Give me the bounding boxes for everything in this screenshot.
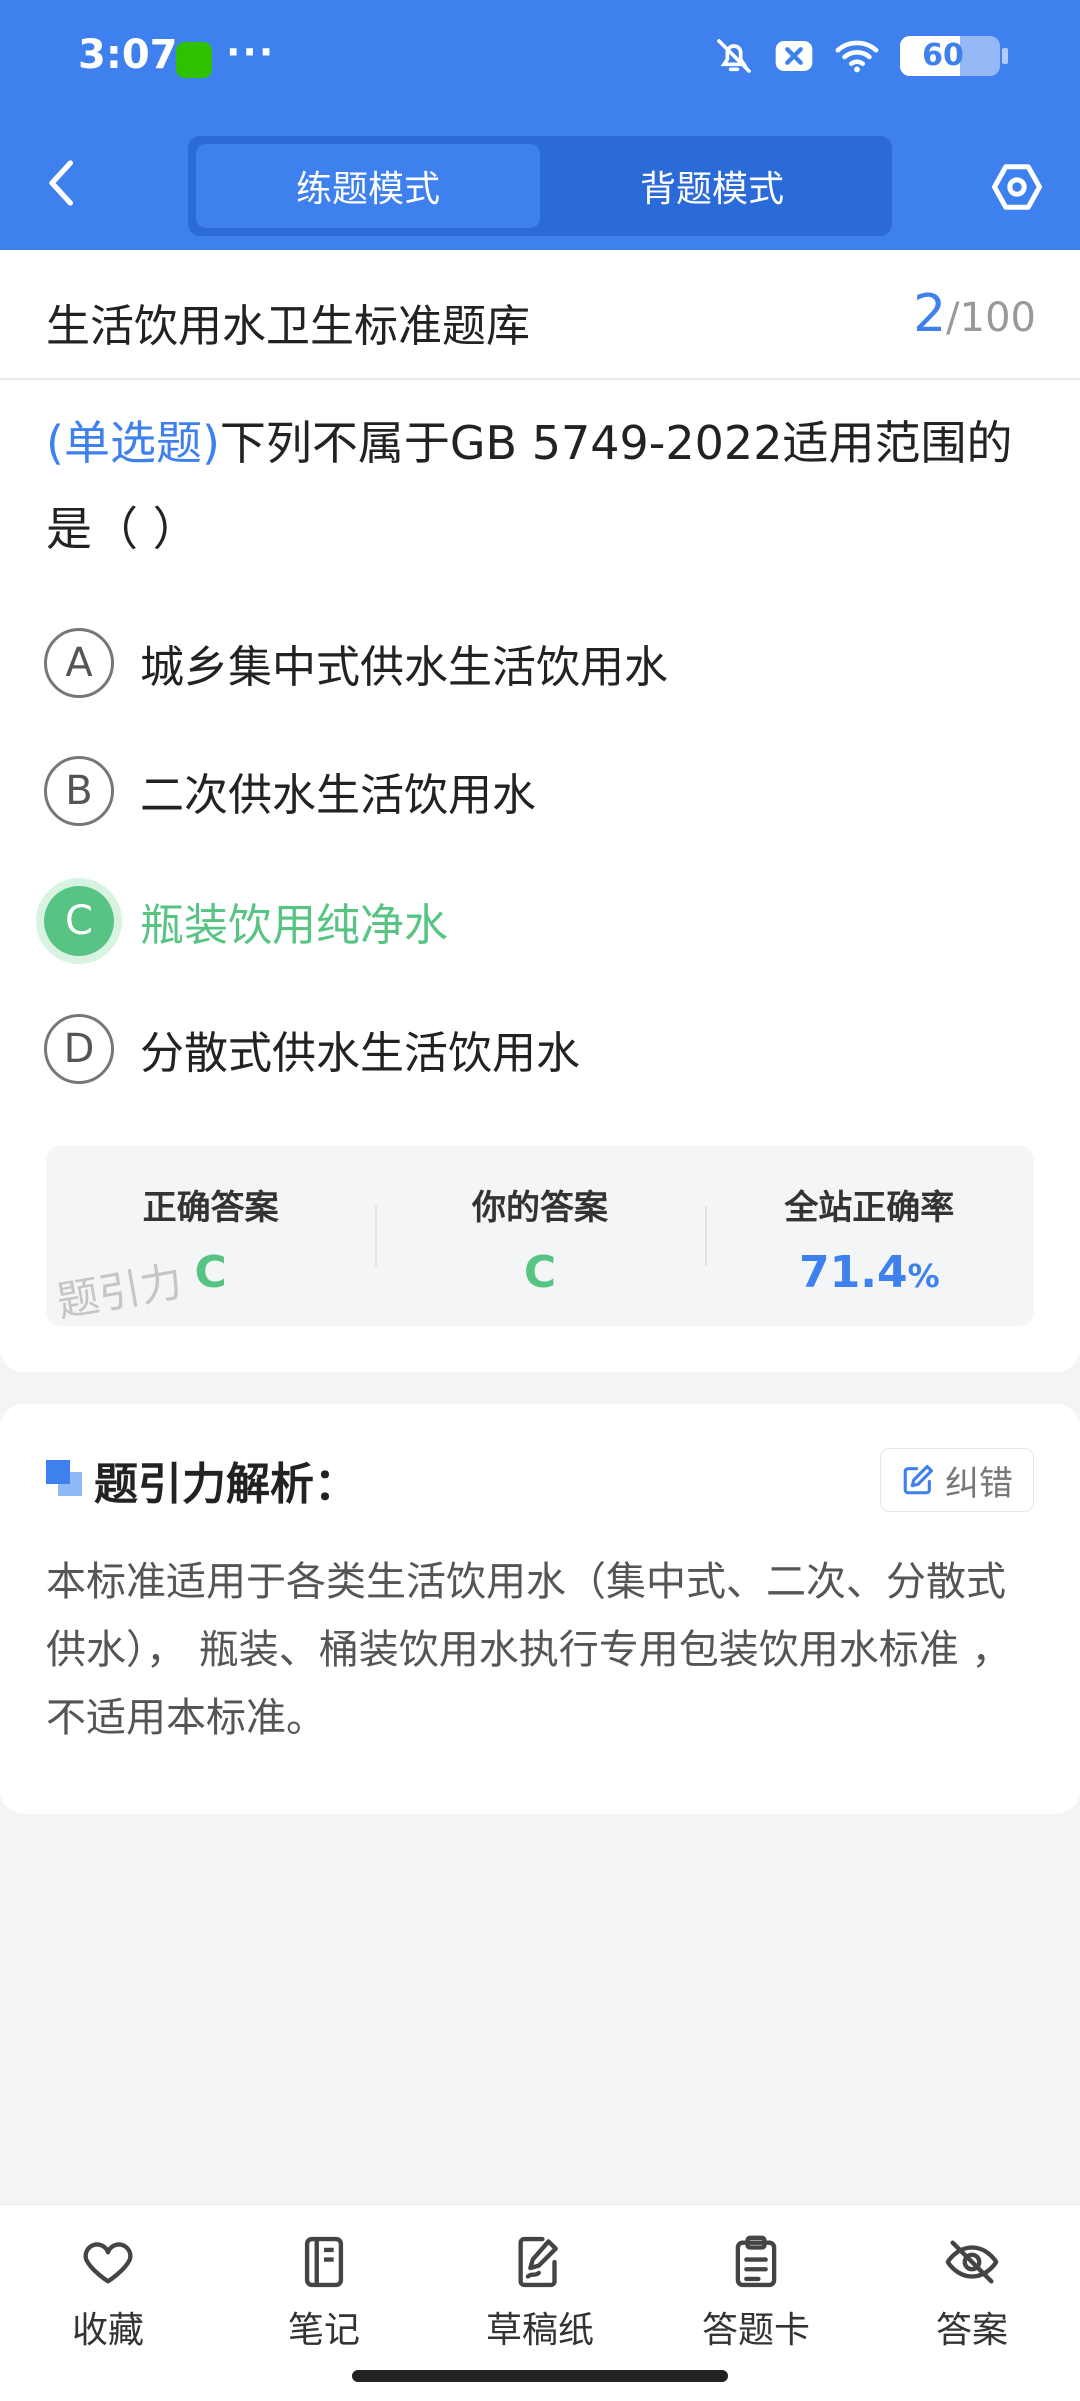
stat-accuracy-rate: 全站正确率 71.4% xyxy=(704,1146,1034,1326)
stat-label: 正确答案 xyxy=(142,1188,279,1228)
option-c[interactable]: C 瓶装饮用纯净水 xyxy=(44,886,448,956)
option-b[interactable]: B 二次供水生活饮用水 xyxy=(44,756,536,826)
close-icon xyxy=(775,41,813,71)
report-error-label: 纠错 xyxy=(945,1463,1013,1504)
total-questions: /100 xyxy=(946,295,1036,341)
analysis-icon xyxy=(46,1460,84,1498)
question-bank-title: 生活饮用水卫生标准题库 xyxy=(46,301,530,352)
heart-icon xyxy=(83,2242,133,2284)
wifi-icon xyxy=(835,40,879,73)
eye-off-icon xyxy=(945,2240,999,2284)
option-text: 分散式供水生活饮用水 xyxy=(140,1028,580,1079)
option-letter: A xyxy=(44,628,114,698)
option-d[interactable]: D 分散式供水生活饮用水 xyxy=(44,1014,580,1084)
edit-icon xyxy=(903,1464,934,1495)
more-notifications-icon: ··· xyxy=(226,30,276,74)
question-text: (单选题)下列不属于GB 5749-2022适用范围的是（ ） xyxy=(46,400,1036,572)
mute-icon xyxy=(717,39,751,73)
home-indicator[interactable] xyxy=(352,2370,728,2382)
status-bar: 3:07 ··· 60 xyxy=(0,0,1080,120)
question-type: (单选题) xyxy=(46,416,220,470)
stat-value: 71.4% xyxy=(705,1247,1034,1298)
stat-your-answer: 你的答案 C xyxy=(375,1146,704,1326)
answer-card-icon xyxy=(735,2235,777,2288)
option-a[interactable]: A 城乡集中式供水生活饮用水 xyxy=(44,628,668,698)
rate-unit: % xyxy=(907,1257,940,1295)
nav-label: 草稿纸 xyxy=(485,2310,594,2351)
nav-answer[interactable]: 答案 xyxy=(864,2205,1080,2401)
nav-favorite[interactable]: 收藏 xyxy=(0,2205,216,2401)
battery-indicator: 60 xyxy=(900,36,1008,76)
nav-label: 答题卡 xyxy=(701,2310,810,2351)
report-error-button[interactable]: 纠错 xyxy=(880,1448,1034,1512)
status-time: 3:07 xyxy=(78,32,178,78)
option-text: 城乡集中式供水生活饮用水 xyxy=(140,642,668,693)
wechat-icon xyxy=(176,42,212,78)
question-counter: 2/100 xyxy=(913,284,1036,344)
analysis-text: 本标准适用于各类生活饮用水（集中式、二次、分散式供水）， 瓶装、桶装饮用水执行专… xyxy=(46,1559,1012,1741)
stat-value: C xyxy=(523,1247,557,1298)
tab-memorize-mode[interactable]: 背题模式 xyxy=(540,144,884,228)
option-letter: B xyxy=(44,756,114,826)
rate-number: 71.4 xyxy=(799,1247,908,1298)
current-question-number: 2 xyxy=(913,284,947,344)
nav-label: 收藏 xyxy=(71,2310,144,2351)
notebook-icon xyxy=(304,2236,344,2288)
answer-stats: 正确答案 C 你的答案 C 全站正确率 71.4% xyxy=(46,1146,1034,1326)
nav-label: 答案 xyxy=(935,2310,1008,2351)
divider xyxy=(0,378,1080,380)
stat-label: 全站正确率 xyxy=(784,1188,955,1228)
settings-button[interactable] xyxy=(990,160,1044,214)
tab-practice-mode[interactable]: 练题模式 xyxy=(196,144,540,228)
scratch-paper-icon xyxy=(518,2236,558,2288)
mode-toggle: 练题模式 背题模式 xyxy=(188,136,892,236)
battery-level: 60 xyxy=(922,38,964,73)
stat-label: 你的答案 xyxy=(471,1188,608,1228)
option-letter: D xyxy=(44,1014,114,1084)
analysis-title: 题引力解析： xyxy=(94,1459,358,1510)
top-bar: 3:07 ··· 60 练题模式 背题模式 xyxy=(0,0,1080,250)
option-text: 瓶装饮用纯净水 xyxy=(140,900,448,951)
option-text: 二次供水生活饮用水 xyxy=(140,770,536,821)
status-icons: 60 xyxy=(714,36,1008,76)
nav-label: 笔记 xyxy=(287,2310,360,2351)
back-button[interactable] xyxy=(42,158,82,208)
option-letter: C xyxy=(44,886,114,956)
